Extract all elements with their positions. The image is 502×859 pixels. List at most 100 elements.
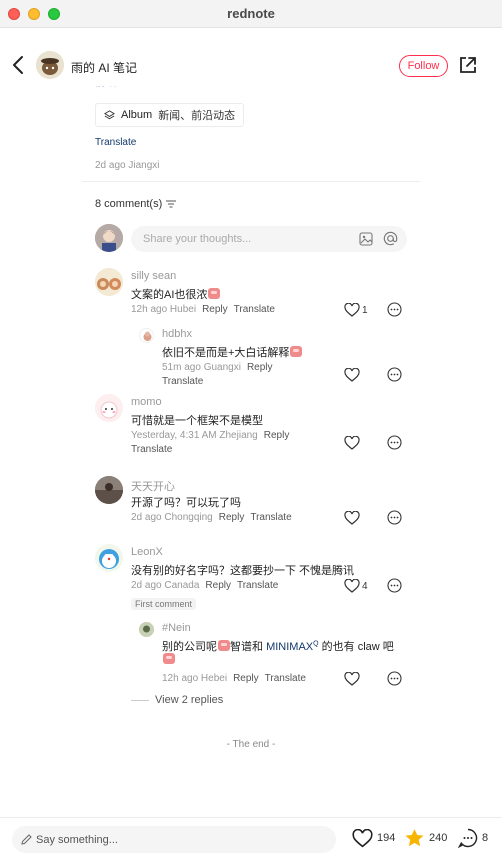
back-arrow-icon[interactable] <box>10 54 28 76</box>
follow-button[interactable]: Follow <box>399 55 448 77</box>
emoji-sticker-icon <box>218 640 230 651</box>
emoji-line <box>162 653 175 666</box>
author-name[interactable]: 雨的 AI 笔记 <box>71 59 137 76</box>
reply-button[interactable]: Reply <box>233 673 259 684</box>
comment-meta: 2d ago Canada Reply Translate <box>131 580 278 591</box>
commenter-name[interactable]: silly sean <box>131 270 176 282</box>
comment-item: LeonX 没有别的好名字吗？这都要抄一下 不愧是腾讯 2d ago Canad… <box>95 544 411 614</box>
comment-text-part: 智谱和 <box>230 641 263 653</box>
translate-button[interactable]: Translate <box>265 673 306 684</box>
reply-button[interactable]: Reply <box>205 580 231 591</box>
comment-input[interactable] <box>143 231 343 247</box>
more-options-icon[interactable] <box>387 510 402 525</box>
heart-icon[interactable] <box>344 368 360 382</box>
collect-total: 240 <box>429 832 448 844</box>
comment-text-content: 依旧不是而是+大白话解释 <box>162 347 290 359</box>
more-options-icon[interactable] <box>387 302 402 317</box>
comment-time-location: Yesterday, 4:31 AM Zhejiang <box>131 430 258 441</box>
commenter-name[interactable]: hdbhx <box>162 328 192 340</box>
say-something-input[interactable] <box>36 832 316 848</box>
comment-text: 可惜就是一个框架不是模型 <box>131 415 263 427</box>
reply-button[interactable]: Reply <box>264 430 290 441</box>
comment-count[interactable]: 8 comment(s) <box>95 198 177 210</box>
more-options-icon[interactable] <box>387 671 402 686</box>
translate-button[interactable]: Translate <box>237 580 278 591</box>
commenter-avatar[interactable] <box>95 544 123 572</box>
layers-icon <box>104 109 115 119</box>
comment-composer[interactable] <box>131 226 407 252</box>
comment-text: 别的公司呢 智谱和 MINIMAXQ 的也有 claw 吧 <box>162 638 394 654</box>
comment-count-label: 8 comment(s) <box>95 198 163 210</box>
comment-item: momo 可惜就是一个框架不是模型 Yesterday, 4:31 AM Zhe… <box>95 394 411 455</box>
search-keyword-link[interactable]: MINIMAX <box>266 641 313 653</box>
heart-icon[interactable] <box>344 303 360 317</box>
commenter-name[interactable]: LeonX <box>131 546 163 558</box>
translate-button[interactable]: Translate <box>162 376 203 387</box>
comment-text: 文案的AI也很浓 <box>131 286 221 302</box>
more-options-icon[interactable] <box>387 435 402 450</box>
my-avatar <box>95 224 123 252</box>
commenter-avatar[interactable] <box>95 268 123 296</box>
view-replies-button[interactable]: View 2 replies <box>131 694 223 706</box>
say-something-field[interactable] <box>12 826 336 853</box>
sort-icon <box>166 200 177 208</box>
comment-button[interactable]: 8 <box>458 826 488 850</box>
commenter-name[interactable]: 天天开心 <box>131 478 175 494</box>
comment-text-part: 别的公司呢 <box>162 641 217 653</box>
commenter-avatar[interactable] <box>95 394 123 422</box>
first-comment-badge: First comment <box>131 598 197 610</box>
pencil-icon <box>21 834 32 845</box>
heart-icon[interactable] <box>344 579 360 593</box>
commenter-name[interactable]: momo <box>131 396 162 408</box>
emoji-sticker-icon <box>208 288 221 299</box>
reply-button[interactable]: Reply <box>247 362 273 373</box>
comment-meta: 2d ago Chongqing Reply Translate <box>131 512 292 523</box>
commenter-name[interactable]: #Nein <box>162 622 191 634</box>
comment-time-location: 12h ago Hubei <box>131 304 197 315</box>
comment-text-content: 文案的AI也很浓 <box>131 289 208 301</box>
mention-icon[interactable] <box>383 231 398 246</box>
commenter-avatar[interactable] <box>95 476 123 504</box>
emoji-sticker-icon <box>290 346 303 357</box>
more-options-icon[interactable] <box>387 578 402 593</box>
comment-text: 依旧不是而是+大白话解释 <box>162 344 303 360</box>
like-button[interactable]: 194 <box>352 826 395 850</box>
reply-button[interactable]: Reply <box>202 304 228 315</box>
image-icon[interactable] <box>359 232 373 246</box>
comment-time-location: 12h ago Hebei <box>162 673 228 684</box>
comment-text: 没有别的好名字吗？这都要抄一下 不愧是腾讯 <box>131 565 355 577</box>
comment-meta: Yesterday, 4:31 AM Zhejiang Reply <box>131 430 289 441</box>
comment-item: 天天开心 开源了吗？可以玩了吗 2d ago Chongqing Reply Tra… <box>95 476 411 526</box>
commenter-avatar[interactable] <box>139 622 154 637</box>
heart-icon[interactable] <box>344 511 360 525</box>
comment-text: 开源了吗？可以玩了吗 <box>131 497 241 509</box>
comment-total: 8 <box>482 832 489 844</box>
author-avatar[interactable] <box>36 51 64 79</box>
translate-button[interactable]: Translate <box>131 444 172 455</box>
translate-button[interactable]: Translate <box>250 512 291 523</box>
translate-button[interactable]: Translate <box>234 304 275 315</box>
window-titlebar: rednote <box>0 0 502 28</box>
heart-icon <box>352 828 373 847</box>
reply-button[interactable]: Reply <box>219 512 245 523</box>
note-header: 雨的 AI 笔记 Follow <box>0 46 502 86</box>
share-icon[interactable] <box>458 55 478 75</box>
collect-button[interactable]: 240 <box>404 826 447 850</box>
album-topic: 新闻、前沿动态 <box>158 110 236 122</box>
emoji-sticker-icon <box>163 653 175 664</box>
reply-item: #Nein 别的公司呢 智谱和 MINIMAXQ 的也有 claw 吧 12h a… <box>95 620 411 688</box>
view-replies-label: View 2 replies <box>155 694 224 706</box>
album-label: Album <box>121 109 153 121</box>
comment-bubble-icon <box>458 828 478 848</box>
heart-icon[interactable] <box>344 672 360 686</box>
window-title: rednote <box>227 6 275 21</box>
post-translate-link[interactable]: Translate <box>95 137 136 148</box>
post-meta: 2d ago Jiangxi <box>95 160 160 171</box>
bottom-bar: 194 240 8 <box>0 817 502 859</box>
comment-text-part: 的也有 claw 吧 <box>318 641 394 653</box>
commenter-avatar[interactable] <box>139 328 154 343</box>
star-icon <box>405 829 424 847</box>
album-chip[interactable]: Album 新闻、前沿动态 <box>95 103 245 127</box>
more-options-icon[interactable] <box>387 367 402 382</box>
heart-icon[interactable] <box>344 436 360 450</box>
